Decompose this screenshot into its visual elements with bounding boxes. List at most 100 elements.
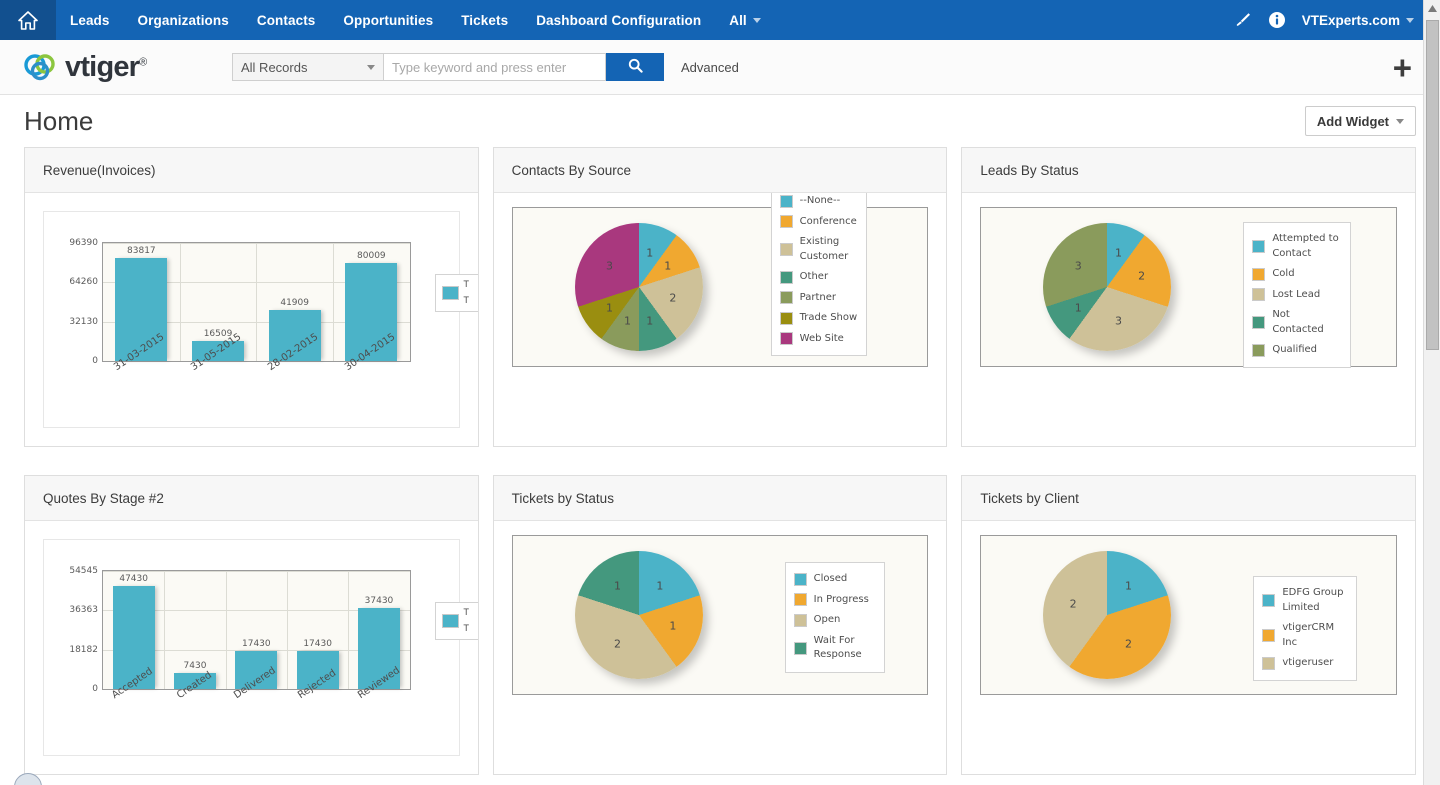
legend-item[interactable]: vtigerCRM Inc [1262, 618, 1348, 653]
search-group: All Records [232, 53, 664, 81]
legend-item[interactable]: Not Contacted [1252, 305, 1342, 340]
nav-label: Contacts [257, 13, 316, 28]
legend-swatch [780, 312, 793, 325]
pie-slices[interactable] [575, 223, 703, 351]
legend-swatch [780, 195, 793, 208]
legend-swatch [1252, 344, 1265, 357]
page-title: Home [24, 106, 93, 137]
widget-tickets-by-status: Tickets by Status 1121ClosedIn ProgressO… [493, 475, 948, 775]
pie-slices[interactable] [575, 551, 703, 679]
search-input[interactable] [384, 53, 606, 81]
pie-slices[interactable] [1043, 551, 1171, 679]
nav-label: Opportunities [343, 13, 433, 28]
bar-chart-revenue[interactable]: 03213064260963908381716509419098000931-0… [43, 211, 460, 428]
dashboard-grid: Revenue(Invoices) 0321306426096390838171… [0, 147, 1440, 775]
logo-word: vtiger [65, 51, 139, 83]
bar-item[interactable]: 17430 [287, 571, 348, 689]
legend-item[interactable]: Lost Lead [1252, 285, 1342, 306]
advanced-search-link[interactable]: Advanced [681, 60, 739, 75]
pie-chart-contacts-by-source[interactable]: 1121113--None--ConferenceExisting Custom… [512, 207, 929, 367]
nav-item-tickets[interactable]: Tickets [447, 0, 522, 40]
logo-trademark: ® [139, 56, 146, 68]
search-button[interactable] [606, 53, 664, 81]
nav-label: All [729, 13, 747, 28]
pie-area: 1121 [575, 551, 703, 679]
legend-label: Wait For Response [814, 634, 876, 663]
add-record-button[interactable]: + [1393, 51, 1412, 84]
vtiger-logo-icon [24, 53, 58, 81]
legend-item[interactable]: Attempted to Contact [1252, 229, 1342, 264]
info-icon[interactable] [1268, 11, 1286, 29]
nav-item-leads[interactable]: Leads [56, 0, 124, 40]
widget-body: 03213064260963908381716509419098000931-0… [25, 193, 478, 446]
nav-item-all[interactable]: All [715, 0, 769, 40]
chart-legend[interactable]: --None-- Conference Existing CustomerOther… [771, 193, 867, 356]
bar-item[interactable]: 17430 [226, 571, 287, 689]
widget-header: Quotes By Stage #2 [25, 476, 478, 521]
chevron-down-icon [753, 18, 761, 23]
bar-value-label: 37430 [348, 596, 409, 606]
legend-item[interactable]: vtigeruser [1262, 653, 1348, 674]
widget-header: Leads By Status [962, 148, 1415, 193]
widget-title: Revenue(Invoices) [43, 163, 156, 178]
legend-item[interactable]: Trade Show [780, 308, 858, 329]
nav-item-opportunities[interactable]: Opportunities [329, 0, 447, 40]
widget-header: Contacts By Source [494, 148, 947, 193]
chart-legend[interactable]: TT [435, 274, 478, 312]
legend-item[interactable]: In Progress [794, 590, 876, 611]
nav-item-dashboard-configuration[interactable]: Dashboard Configuration [522, 0, 715, 40]
chevron-down-icon [367, 65, 375, 70]
bar-item[interactable]: 47430 [103, 571, 164, 689]
legend-label: vtigerCRM Inc [1282, 621, 1348, 650]
page-scrollbar[interactable] [1423, 0, 1440, 785]
pie-chart-leads-by-status[interactable]: 12313Attempted to ContactColdLost LeadNo… [980, 207, 1397, 367]
nav-label: Dashboard Configuration [536, 13, 701, 28]
record-filter-select[interactable]: All Records [232, 53, 384, 81]
add-widget-button[interactable]: Add Widget [1305, 106, 1416, 136]
chevron-down-icon [1396, 119, 1404, 124]
user-menu[interactable]: VTExperts.com [1302, 13, 1414, 28]
paintbrush-icon[interactable] [1234, 11, 1252, 29]
pie-chart-tickets-by-client[interactable]: 122 EDFG Group Limited vtigerCRM Inc vtiger… [980, 535, 1397, 695]
legend-label: Cold [1272, 267, 1294, 282]
legend-item[interactable]: Web Site [780, 329, 858, 350]
chart-legend[interactable]: EDFG Group Limited vtigerCRM Inc vtigeruse… [1253, 576, 1357, 681]
legend-item[interactable]: Closed [794, 569, 876, 590]
legend-label: Trade Show [800, 311, 858, 326]
legend-item[interactable]: Other [780, 267, 858, 288]
scroll-up-arrow-icon[interactable] [1424, 0, 1440, 17]
legend-label: Qualified [1272, 343, 1317, 358]
nav-item-organizations[interactable]: Organizations [124, 0, 243, 40]
chart-legend[interactable]: TT [435, 602, 478, 640]
legend-label: Conference [800, 215, 857, 230]
home-button[interactable] [0, 0, 56, 40]
widget-leads-by-status: Leads By Status 12313Attempted to Contac… [961, 147, 1416, 447]
nav-item-contacts[interactable]: Contacts [243, 0, 330, 40]
pie-chart-tickets-by-status[interactable]: 1121 ClosedIn ProgressOpen Wait For Respon… [512, 535, 929, 695]
widget-title: Tickets by Client [980, 491, 1079, 506]
search-bar: vtiger® All Records Advanced + [0, 40, 1440, 95]
legend-swatch [1252, 268, 1265, 281]
legend-item[interactable]: --None-- [780, 193, 858, 212]
y-axis-tick: 0 [92, 356, 98, 366]
nav-right-group: VTExperts.com [1234, 0, 1440, 40]
bar-chart-quotes[interactable]: 0181823636354545474307430174301743037430… [43, 539, 460, 756]
legend-item[interactable]: Cold [1252, 264, 1342, 285]
legend-item[interactable]: Partner [780, 288, 858, 309]
legend-item[interactable]: Qualified [1252, 340, 1342, 361]
scrollbar-thumb[interactable] [1426, 20, 1439, 350]
bar-item[interactable]: 7430 [164, 571, 225, 689]
legend-item[interactable]: Open [794, 610, 876, 631]
legend-item[interactable]: EDFG Group Limited [1262, 583, 1348, 618]
pie-slices[interactable] [1043, 223, 1171, 351]
legend-swatch [794, 614, 807, 627]
chart-legend[interactable]: ClosedIn ProgressOpen Wait For Response [785, 562, 885, 673]
legend-swatch [780, 271, 793, 284]
legend-item[interactable]: Wait For Response [794, 631, 876, 666]
chart-legend[interactable]: Attempted to Contact Cold Lost LeadNot Con… [1243, 222, 1351, 368]
pie-area: 122 [1043, 551, 1171, 679]
legend-item[interactable]: Existing Customer [780, 232, 858, 267]
widget-title: Leads By Status [980, 163, 1078, 178]
legend-item[interactable]: Conference [780, 212, 858, 233]
vtiger-logo[interactable]: vtiger® [0, 51, 232, 84]
